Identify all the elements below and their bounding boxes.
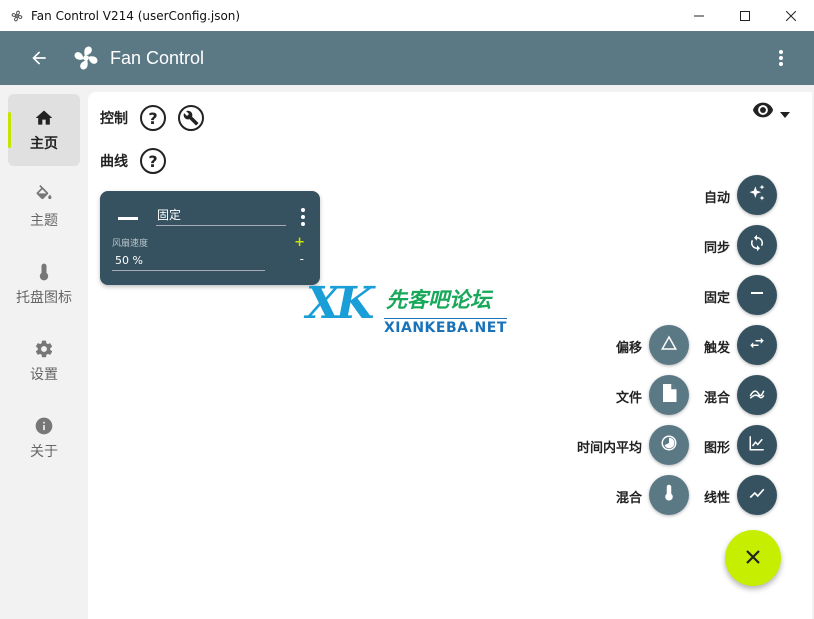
- sidebar-item-tray-icon[interactable]: 托盘图标: [8, 248, 80, 320]
- fan-logo-icon: [70, 42, 102, 74]
- curve-name-input[interactable]: 固定: [156, 206, 286, 226]
- sync-icon: [748, 234, 766, 256]
- window-titlebar: Fan Control V214 (userConfig.json): [0, 0, 814, 31]
- app-title: Fan Control: [110, 47, 205, 68]
- increase-button[interactable]: +: [294, 235, 305, 250]
- sidebar-item-label: 主题: [30, 213, 58, 229]
- minimize-button[interactable]: [676, 0, 722, 31]
- curves-label: 曲线: [100, 154, 128, 170]
- thermometer-icon: [33, 261, 55, 283]
- fab-label-offset: 偏移: [615, 341, 642, 356]
- fab-linear-button[interactable]: [737, 475, 777, 515]
- line-chart-icon: [748, 434, 766, 456]
- fab-label-file: 文件: [615, 391, 642, 406]
- sidebar-item-home[interactable]: 主页: [8, 94, 80, 166]
- curve-card: 固定 风扇速度 + 50 % -: [100, 191, 320, 285]
- sidebar: 主页 主题 托盘图标 设置 关于: [0, 85, 88, 619]
- fab-label-sync: 同步: [703, 241, 730, 256]
- fab-trigger-button[interactable]: [737, 325, 777, 365]
- sidebar-item-theme[interactable]: 主题: [8, 171, 80, 243]
- watermark-cn-text: 先客吧论坛: [386, 288, 491, 312]
- fab-graph-button[interactable]: [737, 425, 777, 465]
- sidebar-item-label: 托盘图标: [16, 290, 72, 306]
- sidebar-item-label: 主页: [30, 136, 58, 152]
- fab-auto-button[interactable]: [737, 175, 777, 215]
- fab-label-time-average: 时间内平均: [576, 441, 642, 456]
- watermark: XK 先客吧论坛 XIANKEBA.NET: [306, 278, 516, 340]
- caret-down-icon: [780, 103, 790, 122]
- sidebar-item-settings[interactable]: 设置: [8, 325, 80, 397]
- fab-mix-button[interactable]: [737, 375, 777, 415]
- sparkles-icon: [747, 183, 767, 207]
- minus-icon: [749, 285, 765, 305]
- card-more-icon[interactable]: [300, 208, 306, 226]
- visibility-dropdown[interactable]: [752, 102, 790, 122]
- paint-bucket-icon: [33, 184, 55, 206]
- help-icon[interactable]: ?: [140, 148, 166, 174]
- fan-speed-input[interactable]: 50 %: [112, 254, 265, 271]
- fab-fixed-button[interactable]: [737, 275, 777, 315]
- fab-file-button[interactable]: [649, 375, 689, 415]
- swap-icon: [748, 334, 766, 356]
- trend-icon: [748, 484, 766, 506]
- fab-label-auto: 自动: [703, 191, 730, 206]
- curves-section-header: 曲线 ?: [100, 148, 166, 174]
- gear-icon: [33, 338, 55, 360]
- fab-offset-button[interactable]: [649, 325, 689, 365]
- sidebar-item-about[interactable]: 关于: [8, 402, 80, 474]
- fab-close-button[interactable]: [725, 530, 781, 586]
- fab-label-fixed: 固定: [703, 291, 730, 306]
- watermark-en-text: XIANKEBA.NET: [384, 318, 507, 336]
- back-arrow-icon[interactable]: [16, 31, 62, 85]
- clock-pie-icon: [660, 434, 678, 456]
- help-icon[interactable]: ?: [140, 105, 166, 131]
- more-vert-icon[interactable]: [766, 31, 796, 85]
- fixed-curve-icon: [118, 217, 138, 220]
- triangle-icon: [660, 334, 678, 356]
- mix-chart-icon: [748, 384, 766, 406]
- fab-label-mix-sensor: 混合: [615, 491, 642, 506]
- fan-speed-label: 风扇速度: [112, 239, 149, 249]
- fan-app-icon: [9, 8, 25, 24]
- fab-sync-button[interactable]: [737, 225, 777, 265]
- home-icon: [33, 107, 55, 129]
- controls-label: 控制: [100, 111, 128, 127]
- app-header: Fan Control: [0, 31, 814, 85]
- maximize-button[interactable]: [722, 0, 768, 31]
- info-icon: [33, 415, 55, 437]
- sidebar-item-label: 关于: [30, 444, 58, 460]
- close-icon: [746, 549, 760, 568]
- close-window-button[interactable]: [768, 0, 814, 31]
- sidebar-item-label: 设置: [30, 367, 58, 383]
- watermark-logo: XK: [306, 278, 374, 329]
- eye-icon: [752, 102, 774, 122]
- fab-mix-sensor-button[interactable]: [649, 475, 689, 515]
- decrease-button[interactable]: -: [300, 252, 304, 266]
- fab-time-average-button[interactable]: [649, 425, 689, 465]
- window-title: Fan Control V214 (userConfig.json): [31, 8, 241, 23]
- controls-section-header: 控制 ?: [100, 105, 204, 131]
- thermometer-icon: [662, 484, 676, 506]
- file-icon: [661, 384, 677, 406]
- wrench-icon[interactable]: [178, 105, 204, 131]
